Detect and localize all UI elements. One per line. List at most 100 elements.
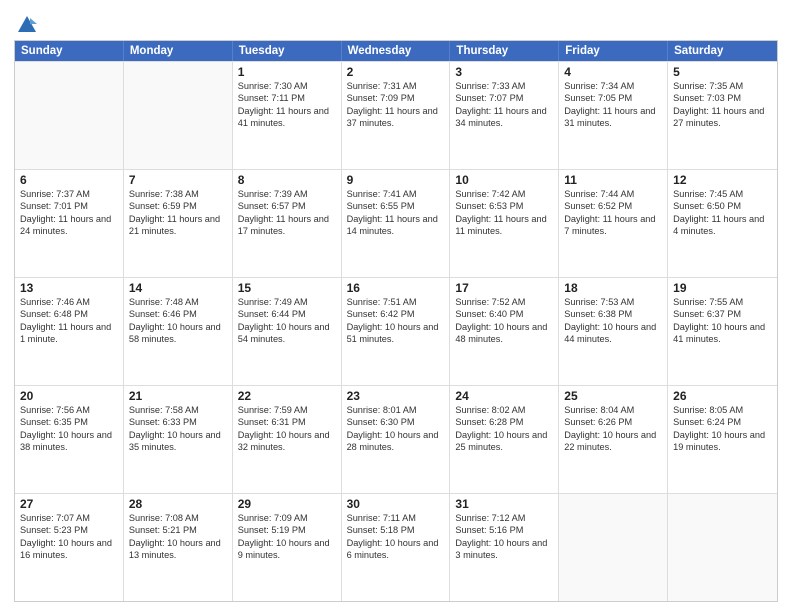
calendar-row-5: 27Sunrise: 7:07 AM Sunset: 5:23 PM Dayli… (15, 493, 777, 601)
day-number: 1 (238, 65, 336, 79)
day-info: Sunrise: 7:07 AM Sunset: 5:23 PM Dayligh… (20, 512, 118, 562)
weekday-header-saturday: Saturday (668, 41, 777, 61)
day-cell-12: 12Sunrise: 7:45 AM Sunset: 6:50 PM Dayli… (668, 170, 777, 277)
day-info: Sunrise: 7:59 AM Sunset: 6:31 PM Dayligh… (238, 404, 336, 454)
day-cell-4: 4Sunrise: 7:34 AM Sunset: 7:05 PM Daylig… (559, 62, 668, 169)
day-info: Sunrise: 7:39 AM Sunset: 6:57 PM Dayligh… (238, 188, 336, 238)
day-cell-13: 13Sunrise: 7:46 AM Sunset: 6:48 PM Dayli… (15, 278, 124, 385)
day-number: 21 (129, 389, 227, 403)
day-info: Sunrise: 7:53 AM Sunset: 6:38 PM Dayligh… (564, 296, 662, 346)
weekday-header-monday: Monday (124, 41, 233, 61)
day-number: 11 (564, 173, 662, 187)
day-info: Sunrise: 7:45 AM Sunset: 6:50 PM Dayligh… (673, 188, 772, 238)
day-number: 13 (20, 281, 118, 295)
day-info: Sunrise: 7:51 AM Sunset: 6:42 PM Dayligh… (347, 296, 445, 346)
day-info: Sunrise: 8:02 AM Sunset: 6:28 PM Dayligh… (455, 404, 553, 454)
day-number: 27 (20, 497, 118, 511)
empty-cell (559, 494, 668, 601)
day-info: Sunrise: 7:33 AM Sunset: 7:07 PM Dayligh… (455, 80, 553, 130)
day-number: 20 (20, 389, 118, 403)
weekday-header-thursday: Thursday (450, 41, 559, 61)
day-info: Sunrise: 7:37 AM Sunset: 7:01 PM Dayligh… (20, 188, 118, 238)
day-number: 22 (238, 389, 336, 403)
day-cell-24: 24Sunrise: 8:02 AM Sunset: 6:28 PM Dayli… (450, 386, 559, 493)
day-cell-6: 6Sunrise: 7:37 AM Sunset: 7:01 PM Daylig… (15, 170, 124, 277)
day-number: 10 (455, 173, 553, 187)
day-info: Sunrise: 7:55 AM Sunset: 6:37 PM Dayligh… (673, 296, 772, 346)
day-info: Sunrise: 8:04 AM Sunset: 6:26 PM Dayligh… (564, 404, 662, 454)
calendar-row-1: 1Sunrise: 7:30 AM Sunset: 7:11 PM Daylig… (15, 61, 777, 169)
day-info: Sunrise: 7:56 AM Sunset: 6:35 PM Dayligh… (20, 404, 118, 454)
day-info: Sunrise: 7:46 AM Sunset: 6:48 PM Dayligh… (20, 296, 118, 346)
day-number: 7 (129, 173, 227, 187)
day-info: Sunrise: 7:35 AM Sunset: 7:03 PM Dayligh… (673, 80, 772, 130)
day-info: Sunrise: 7:58 AM Sunset: 6:33 PM Dayligh… (129, 404, 227, 454)
day-cell-9: 9Sunrise: 7:41 AM Sunset: 6:55 PM Daylig… (342, 170, 451, 277)
day-number: 6 (20, 173, 118, 187)
day-info: Sunrise: 7:34 AM Sunset: 7:05 PM Dayligh… (564, 80, 662, 130)
day-number: 15 (238, 281, 336, 295)
day-number: 12 (673, 173, 772, 187)
day-info: Sunrise: 7:38 AM Sunset: 6:59 PM Dayligh… (129, 188, 227, 238)
day-cell-10: 10Sunrise: 7:42 AM Sunset: 6:53 PM Dayli… (450, 170, 559, 277)
day-number: 9 (347, 173, 445, 187)
day-number: 25 (564, 389, 662, 403)
day-number: 2 (347, 65, 445, 79)
day-info: Sunrise: 7:08 AM Sunset: 5:21 PM Dayligh… (129, 512, 227, 562)
empty-cell (668, 494, 777, 601)
page: SundayMondayTuesdayWednesdayThursdayFrid… (0, 0, 792, 612)
day-cell-11: 11Sunrise: 7:44 AM Sunset: 6:52 PM Dayli… (559, 170, 668, 277)
day-info: Sunrise: 7:11 AM Sunset: 5:18 PM Dayligh… (347, 512, 445, 562)
day-cell-8: 8Sunrise: 7:39 AM Sunset: 6:57 PM Daylig… (233, 170, 342, 277)
day-cell-15: 15Sunrise: 7:49 AM Sunset: 6:44 PM Dayli… (233, 278, 342, 385)
day-cell-23: 23Sunrise: 8:01 AM Sunset: 6:30 PM Dayli… (342, 386, 451, 493)
day-number: 3 (455, 65, 553, 79)
weekday-header-tuesday: Tuesday (233, 41, 342, 61)
day-cell-5: 5Sunrise: 7:35 AM Sunset: 7:03 PM Daylig… (668, 62, 777, 169)
calendar-body: 1Sunrise: 7:30 AM Sunset: 7:11 PM Daylig… (15, 61, 777, 601)
day-info: Sunrise: 7:48 AM Sunset: 6:46 PM Dayligh… (129, 296, 227, 346)
day-info: Sunrise: 7:12 AM Sunset: 5:16 PM Dayligh… (455, 512, 553, 562)
day-number: 23 (347, 389, 445, 403)
weekday-header-friday: Friday (559, 41, 668, 61)
day-cell-20: 20Sunrise: 7:56 AM Sunset: 6:35 PM Dayli… (15, 386, 124, 493)
day-number: 28 (129, 497, 227, 511)
day-cell-21: 21Sunrise: 7:58 AM Sunset: 6:33 PM Dayli… (124, 386, 233, 493)
day-number: 5 (673, 65, 772, 79)
day-cell-14: 14Sunrise: 7:48 AM Sunset: 6:46 PM Dayli… (124, 278, 233, 385)
day-number: 30 (347, 497, 445, 511)
day-number: 8 (238, 173, 336, 187)
day-cell-27: 27Sunrise: 7:07 AM Sunset: 5:23 PM Dayli… (15, 494, 124, 601)
day-number: 17 (455, 281, 553, 295)
day-cell-2: 2Sunrise: 7:31 AM Sunset: 7:09 PM Daylig… (342, 62, 451, 169)
day-cell-29: 29Sunrise: 7:09 AM Sunset: 5:19 PM Dayli… (233, 494, 342, 601)
day-info: Sunrise: 7:52 AM Sunset: 6:40 PM Dayligh… (455, 296, 553, 346)
day-cell-3: 3Sunrise: 7:33 AM Sunset: 7:07 PM Daylig… (450, 62, 559, 169)
day-info: Sunrise: 7:09 AM Sunset: 5:19 PM Dayligh… (238, 512, 336, 562)
day-info: Sunrise: 8:01 AM Sunset: 6:30 PM Dayligh… (347, 404, 445, 454)
day-number: 4 (564, 65, 662, 79)
calendar-header-row: SundayMondayTuesdayWednesdayThursdayFrid… (15, 41, 777, 61)
empty-cell (15, 62, 124, 169)
day-cell-30: 30Sunrise: 7:11 AM Sunset: 5:18 PM Dayli… (342, 494, 451, 601)
day-cell-31: 31Sunrise: 7:12 AM Sunset: 5:16 PM Dayli… (450, 494, 559, 601)
day-cell-28: 28Sunrise: 7:08 AM Sunset: 5:21 PM Dayli… (124, 494, 233, 601)
day-cell-25: 25Sunrise: 8:04 AM Sunset: 6:26 PM Dayli… (559, 386, 668, 493)
day-info: Sunrise: 7:41 AM Sunset: 6:55 PM Dayligh… (347, 188, 445, 238)
day-info: Sunrise: 7:31 AM Sunset: 7:09 PM Dayligh… (347, 80, 445, 130)
day-number: 24 (455, 389, 553, 403)
weekday-header-sunday: Sunday (15, 41, 124, 61)
day-cell-18: 18Sunrise: 7:53 AM Sunset: 6:38 PM Dayli… (559, 278, 668, 385)
day-info: Sunrise: 7:49 AM Sunset: 6:44 PM Dayligh… (238, 296, 336, 346)
day-cell-16: 16Sunrise: 7:51 AM Sunset: 6:42 PM Dayli… (342, 278, 451, 385)
day-number: 16 (347, 281, 445, 295)
logo-icon (16, 14, 38, 36)
day-info: Sunrise: 7:42 AM Sunset: 6:53 PM Dayligh… (455, 188, 553, 238)
day-info: Sunrise: 7:30 AM Sunset: 7:11 PM Dayligh… (238, 80, 336, 130)
day-info: Sunrise: 8:05 AM Sunset: 6:24 PM Dayligh… (673, 404, 772, 454)
day-info: Sunrise: 7:44 AM Sunset: 6:52 PM Dayligh… (564, 188, 662, 238)
logo (14, 14, 38, 34)
day-number: 26 (673, 389, 772, 403)
header (14, 10, 778, 34)
calendar-row-4: 20Sunrise: 7:56 AM Sunset: 6:35 PM Dayli… (15, 385, 777, 493)
